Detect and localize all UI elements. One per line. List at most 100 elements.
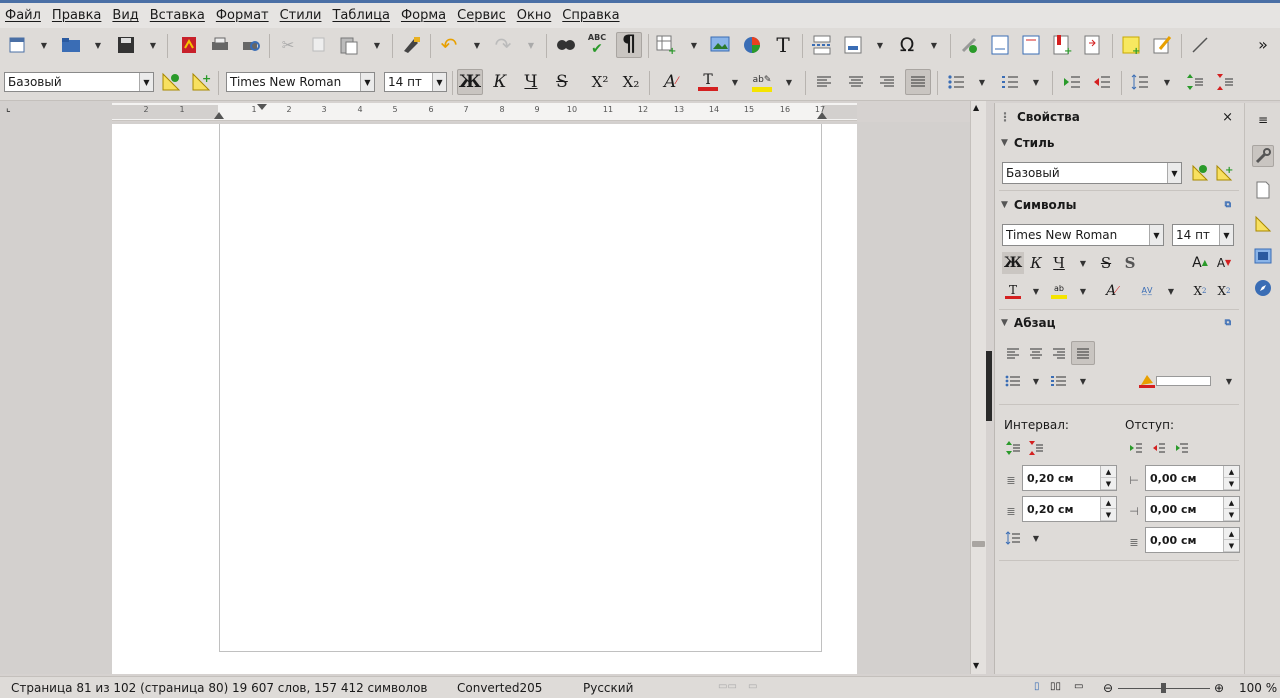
digital-signature-icon[interactable]: ▭ — [748, 681, 757, 692]
hanging-indent-icon[interactable] — [1171, 437, 1193, 459]
increase-spacing-icon[interactable] — [1184, 71, 1206, 93]
sidebar-shadow-button[interactable]: S — [1119, 252, 1141, 274]
paste-dropdown-icon[interactable]: ▼ — [373, 34, 381, 56]
menu-styles[interactable]: Стили — [280, 8, 322, 23]
style-section-header[interactable]: ▼ Стиль — [997, 131, 1243, 155]
endnote-icon[interactable] — [1020, 34, 1042, 56]
increase-indent-icon[interactable] — [1125, 437, 1147, 459]
decrease-indent-icon[interactable] — [1148, 437, 1170, 459]
first-line-indent-field[interactable]: 0,00 см ▲ ▼ — [1145, 527, 1240, 553]
properties-tab-wrench-icon[interactable] — [1252, 145, 1274, 167]
styles-tab-icon[interactable] — [1252, 213, 1274, 235]
insert-mode-icon[interactable]: ▭▭ — [718, 681, 737, 692]
menu-help[interactable]: Справка — [562, 8, 619, 23]
spin-up-icon[interactable]: ▲ — [1101, 466, 1116, 478]
highlight-dropdown-icon[interactable]: ▼ — [1079, 280, 1087, 302]
track-changes-icon[interactable] — [1151, 34, 1173, 56]
gallery-tab-icon[interactable] — [1252, 245, 1274, 267]
menu-format[interactable]: Формат — [216, 8, 269, 23]
cut-icon[interactable]: ✂ — [277, 34, 299, 56]
new-document-icon[interactable] — [6, 34, 28, 56]
sidebar-bold-button[interactable]: Ж — [1002, 252, 1024, 274]
zoom-out-icon[interactable]: ⊖ — [1103, 681, 1113, 695]
bookmark-icon[interactable]: + — [1051, 34, 1073, 56]
numbering-dropdown-icon[interactable]: ▼ — [1079, 370, 1087, 392]
above-paragraph-spacing-field[interactable]: 0,20 см ▲ ▼ — [1022, 465, 1117, 491]
decrease-indent-icon[interactable] — [1091, 71, 1113, 93]
hyperlink-icon[interactable] — [958, 34, 980, 56]
align-left-icon[interactable] — [813, 71, 835, 93]
sidebar-justify-button[interactable] — [1071, 341, 1095, 365]
multi-page-view-icon[interactable]: ▯▯ — [1050, 681, 1061, 692]
new-dropdown-icon[interactable]: ▼ — [40, 34, 48, 56]
export-pdf-icon[interactable] — [178, 34, 200, 56]
vertical-scrollbar[interactable]: ▲ ▼ — [970, 101, 986, 674]
insert-comment-icon[interactable]: + — [1120, 34, 1142, 56]
grow-font-icon[interactable]: A ▲ — [1189, 252, 1211, 274]
menu-tools[interactable]: Сервис — [457, 8, 506, 23]
new-style-icon[interactable]: + — [190, 71, 212, 93]
insert-table-icon[interactable]: + — [655, 34, 677, 56]
first-line-indent-marker[interactable] — [257, 104, 267, 110]
undo-dropdown-icon[interactable]: ▼ — [473, 34, 481, 56]
before-text-indent-field[interactable]: 0,00 см ▲ ▼ — [1145, 465, 1240, 491]
insert-field-icon[interactable] — [842, 34, 864, 56]
line-spacing-dropdown-icon[interactable]: ▼ — [1163, 71, 1171, 93]
menu-file[interactable]: Файл — [5, 8, 41, 23]
find-replace-icon[interactable] — [555, 34, 577, 56]
sidebar-font-color-icon[interactable]: T — [1002, 280, 1024, 302]
align-center-icon[interactable] — [845, 71, 867, 93]
font-size-combo[interactable]: 14 пт ▼ — [384, 72, 447, 92]
sidebar-line-spacing-icon[interactable] — [1002, 527, 1024, 549]
page-break-icon[interactable] — [811, 34, 833, 56]
scrollbar-thumb[interactable] — [972, 541, 985, 547]
spin-up-icon[interactable]: ▲ — [1101, 497, 1116, 509]
shrink-font-icon[interactable]: A ▼ — [1213, 252, 1235, 274]
right-indent-marker[interactable] — [817, 112, 827, 119]
update-style-icon[interactable] — [160, 71, 182, 93]
spin-down-icon[interactable]: ▼ — [1224, 540, 1239, 552]
paragraph-background-icon[interactable] — [1136, 370, 1158, 392]
sidebar-numbering-icon[interactable] — [1048, 370, 1070, 392]
spin-down-icon[interactable]: ▼ — [1101, 509, 1116, 521]
bold-button[interactable]: Ж — [457, 69, 483, 95]
chevron-down-icon[interactable]: ▼ — [1219, 225, 1233, 245]
numbering-dropdown-icon[interactable]: ▼ — [1032, 71, 1040, 93]
menu-edit[interactable]: Правка — [52, 8, 101, 23]
numbered-list-icon[interactable] — [999, 71, 1021, 93]
line-spacing-icon[interactable] — [1129, 71, 1151, 93]
menu-view[interactable]: Вид — [112, 8, 138, 23]
below-paragraph-spacing-field[interactable]: 0,20 см ▲ ▼ — [1022, 496, 1117, 522]
symbols-section-header[interactable]: ▼ Символы ⧉ — [997, 193, 1243, 217]
save-dropdown-icon[interactable]: ▼ — [149, 34, 157, 56]
single-page-view-icon[interactable]: ▯ — [1034, 681, 1040, 692]
book-view-icon[interactable]: ▭ — [1074, 681, 1083, 692]
font-color-dropdown-icon[interactable]: ▼ — [1032, 280, 1040, 302]
insert-image-icon[interactable] — [710, 34, 732, 56]
chevron-down-icon[interactable]: ▼ — [1149, 225, 1163, 245]
chevron-down-icon[interactable]: ▼ — [360, 73, 374, 91]
update-style-icon[interactable] — [1189, 162, 1211, 184]
scroll-down-icon[interactable]: ▼ — [973, 661, 979, 670]
zoom-slider-thumb[interactable] — [1161, 683, 1166, 693]
spin-down-icon[interactable]: ▼ — [1101, 478, 1116, 490]
strikethrough-button[interactable]: S — [551, 71, 573, 93]
sidebar-collapse-handle[interactable] — [986, 351, 992, 421]
clear-formatting-icon[interactable]: A ⁄ — [660, 71, 682, 93]
navigator-tab-compass-icon[interactable] — [1252, 277, 1274, 299]
underline-dropdown-icon[interactable]: ▼ — [1079, 252, 1087, 274]
font-color-icon[interactable]: T — [697, 71, 719, 93]
chevron-down-icon[interactable]: ▼ — [1167, 163, 1181, 183]
table-dropdown-icon[interactable]: ▼ — [690, 34, 698, 56]
paragraph-style-combo[interactable]: Базовый ▼ — [4, 72, 154, 92]
field-dropdown-icon[interactable]: ▼ — [876, 34, 884, 56]
redo-icon[interactable]: ↷ — [492, 34, 514, 56]
spelling-icon[interactable]: ABC ✔ — [586, 34, 608, 57]
redo-dropdown-icon[interactable]: ▼ — [527, 34, 535, 56]
sidebar-underline-button[interactable]: Ч — [1048, 252, 1070, 274]
menu-insert[interactable]: Вставка — [150, 8, 205, 23]
spin-up-icon[interactable]: ▲ — [1224, 466, 1239, 478]
sidebar-font-combo[interactable]: Times New Roman ▼ — [1002, 224, 1164, 246]
new-style-icon[interactable]: + — [1213, 162, 1235, 184]
increase-paragraph-spacing-icon[interactable] — [1002, 437, 1024, 459]
